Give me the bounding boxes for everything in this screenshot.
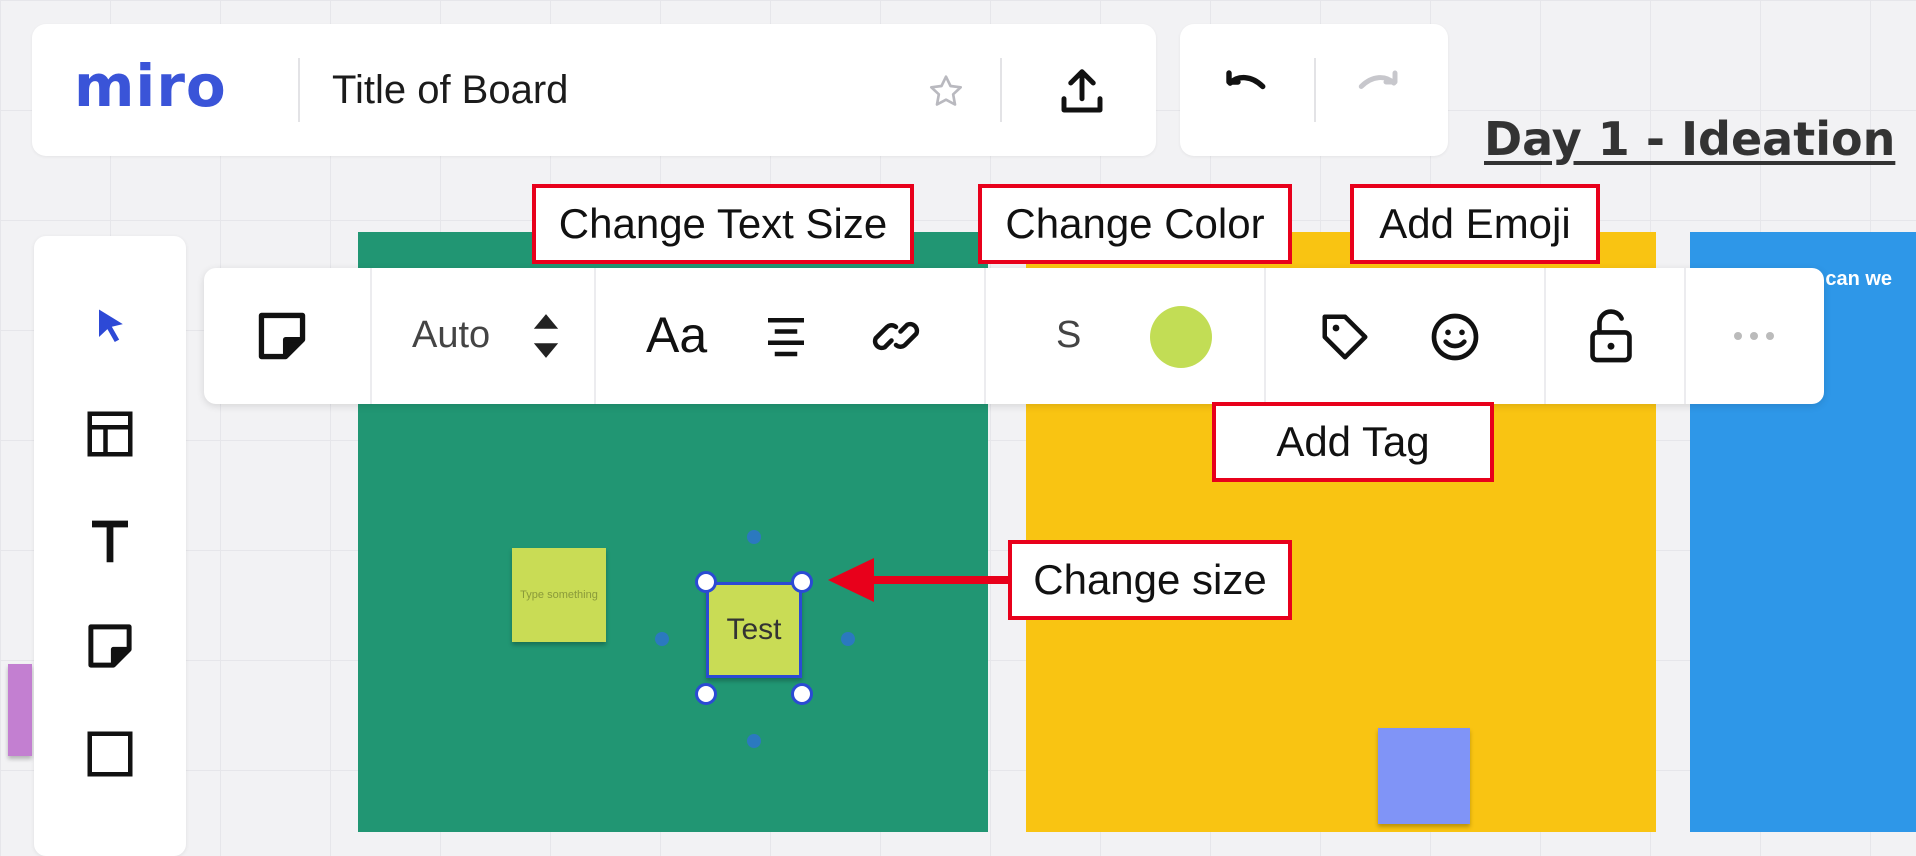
small-sticky-text: Type something xyxy=(520,589,598,601)
select-arrow-icon[interactable] xyxy=(80,296,140,356)
align-center-icon[interactable] xyxy=(758,308,814,364)
callout-change-color: Change Color xyxy=(978,184,1292,264)
tag-icon[interactable] xyxy=(1316,308,1374,366)
divider xyxy=(1000,58,1002,122)
link-icon[interactable] xyxy=(868,308,924,364)
resize-handle-bottom-left[interactable] xyxy=(695,683,717,705)
miro-logo[interactable]: miro xyxy=(74,52,227,120)
redo-icon[interactable] xyxy=(1346,60,1408,122)
divider xyxy=(298,58,300,122)
board-heading: Day 1 - Ideation xyxy=(1484,112,1896,166)
small-sticky-note[interactable]: Type something xyxy=(512,548,606,642)
star-icon[interactable] xyxy=(922,68,970,116)
resize-handle-top-right[interactable] xyxy=(791,571,813,593)
connector-dot-top[interactable] xyxy=(747,530,761,544)
periwinkle-sticky-note[interactable] xyxy=(1378,728,1470,824)
undo-icon[interactable] xyxy=(1216,60,1278,122)
left-toolbar xyxy=(34,236,186,856)
resize-handle-top-left[interactable] xyxy=(695,571,717,593)
board-title-input[interactable] xyxy=(324,60,920,120)
sticky-note-icon[interactable] xyxy=(250,304,314,368)
templates-icon[interactable] xyxy=(80,404,140,464)
divider xyxy=(1544,268,1546,404)
divider xyxy=(1684,268,1686,404)
divider xyxy=(1314,58,1316,122)
connector-dot-left[interactable] xyxy=(655,632,669,646)
emoji-icon[interactable] xyxy=(1426,308,1484,366)
divider xyxy=(370,268,372,404)
callout-add-emoji: Add Emoji xyxy=(1350,184,1600,264)
text-style-button[interactable]: Aa xyxy=(646,306,707,364)
color-swatch[interactable] xyxy=(1150,306,1212,368)
more-icon[interactable] xyxy=(1726,314,1782,358)
sticky-context-toolbar: Auto Aa S xyxy=(204,268,1824,404)
sticky-note-icon[interactable] xyxy=(80,616,140,676)
text-icon[interactable] xyxy=(80,512,140,572)
board-header: miro xyxy=(32,24,1156,156)
shape-icon[interactable] xyxy=(80,724,140,784)
size-label[interactable]: S xyxy=(1056,314,1081,357)
annotation-arrow xyxy=(828,558,1008,602)
font-size-stepper-icon[interactable] xyxy=(526,306,566,366)
font-size-value[interactable]: Auto xyxy=(412,314,490,357)
history-bar xyxy=(1180,24,1448,156)
divider xyxy=(594,268,596,404)
divider xyxy=(1264,268,1266,404)
selection-outline xyxy=(706,582,802,678)
divider xyxy=(984,268,986,404)
connector-dot-right[interactable] xyxy=(841,632,855,646)
upload-icon[interactable] xyxy=(1052,62,1112,122)
callout-change-text-size: Change Text Size xyxy=(532,184,914,264)
callout-change-size: Change size xyxy=(1008,540,1292,620)
unlock-icon[interactable] xyxy=(1582,306,1640,368)
purple-sticky-note[interactable] xyxy=(8,664,32,756)
resize-handle-bottom-right[interactable] xyxy=(791,683,813,705)
connector-dot-bottom[interactable] xyxy=(747,734,761,748)
callout-add-tag: Add Tag xyxy=(1212,402,1494,482)
